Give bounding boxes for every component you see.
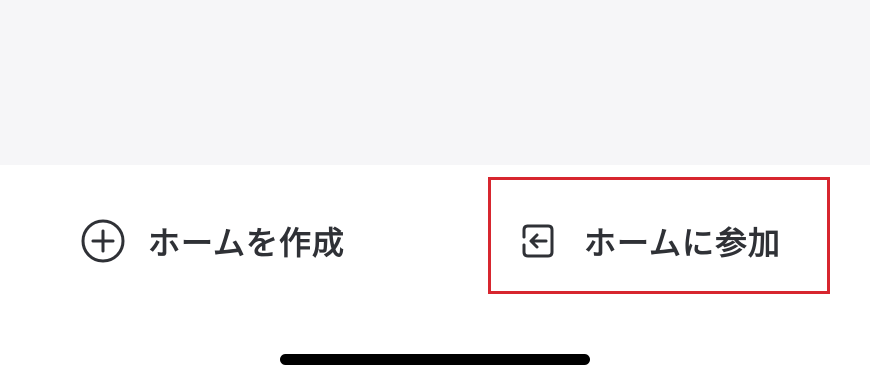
join-home-label: ホームに参加 [584,224,782,262]
action-row: ホームを作成 ホームに参加 [0,165,870,315]
home-indicator [280,354,590,365]
join-home-button[interactable]: ホームに参加 [516,218,782,264]
content-area [0,0,870,165]
create-home-label: ホームを作成 [148,224,346,262]
screen: ホームを作成 ホームに参加 [0,0,870,384]
plus-circle-icon [80,218,126,264]
create-home-button[interactable]: ホームを作成 [80,218,346,264]
enter-arrow-icon [516,218,562,264]
